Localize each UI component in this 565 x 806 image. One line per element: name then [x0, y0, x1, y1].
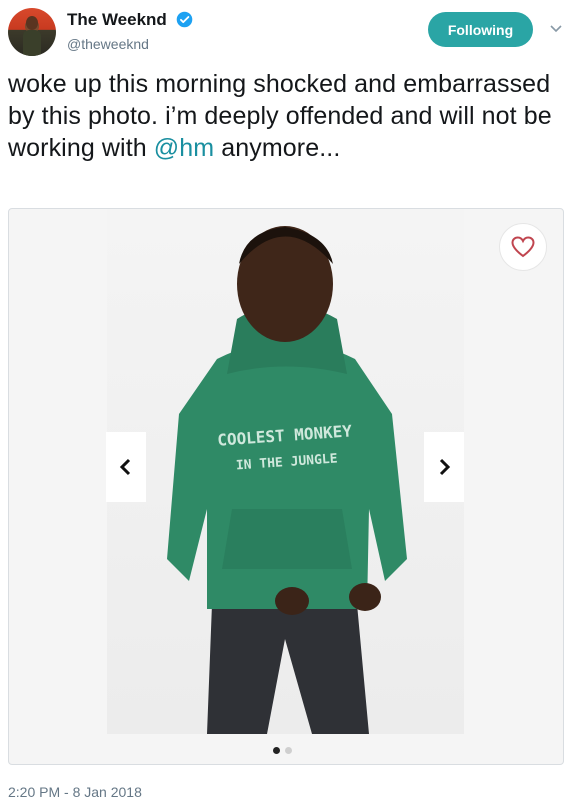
carousel-dots: [273, 745, 303, 755]
tweet-text-tail: anymore...: [214, 134, 341, 162]
tweet-header: The Weeknd @theweeknd Following: [0, 0, 565, 62]
carousel-dot-active[interactable]: [273, 747, 280, 754]
tweet-timestamp[interactable]: 2:20 PM - 8 Jan 2018: [8, 784, 142, 800]
tweet-text: woke up this morning shocked and embarra…: [8, 68, 558, 164]
next-image-button[interactable]: [424, 432, 464, 502]
avatar-body: [23, 30, 41, 56]
user-handle[interactable]: @theweeknd: [67, 36, 149, 52]
chevron-down-icon[interactable]: [550, 24, 562, 34]
mention-link[interactable]: @hm: [154, 134, 214, 162]
verified-badge-icon: [176, 11, 193, 28]
favorite-button[interactable]: [499, 223, 547, 271]
user-display-name[interactable]: The Weeknd: [67, 10, 167, 30]
avatar[interactable]: [8, 8, 56, 56]
following-button[interactable]: Following: [428, 12, 533, 47]
previous-image-button[interactable]: [106, 432, 146, 502]
photo-illustration: COOLEST MONKEY IN THE JUNGLE: [167, 226, 407, 734]
heart-icon: [511, 236, 535, 258]
carousel-dot[interactable]: [285, 747, 292, 754]
chevron-right-icon: [439, 458, 451, 476]
chevron-left-icon: [119, 458, 131, 476]
avatar-head: [26, 16, 38, 30]
product-photo[interactable]: COOLEST MONKEY IN THE JUNGLE: [107, 209, 464, 734]
media-card[interactable]: COOLEST MONKEY IN THE JUNGLE: [8, 208, 564, 765]
